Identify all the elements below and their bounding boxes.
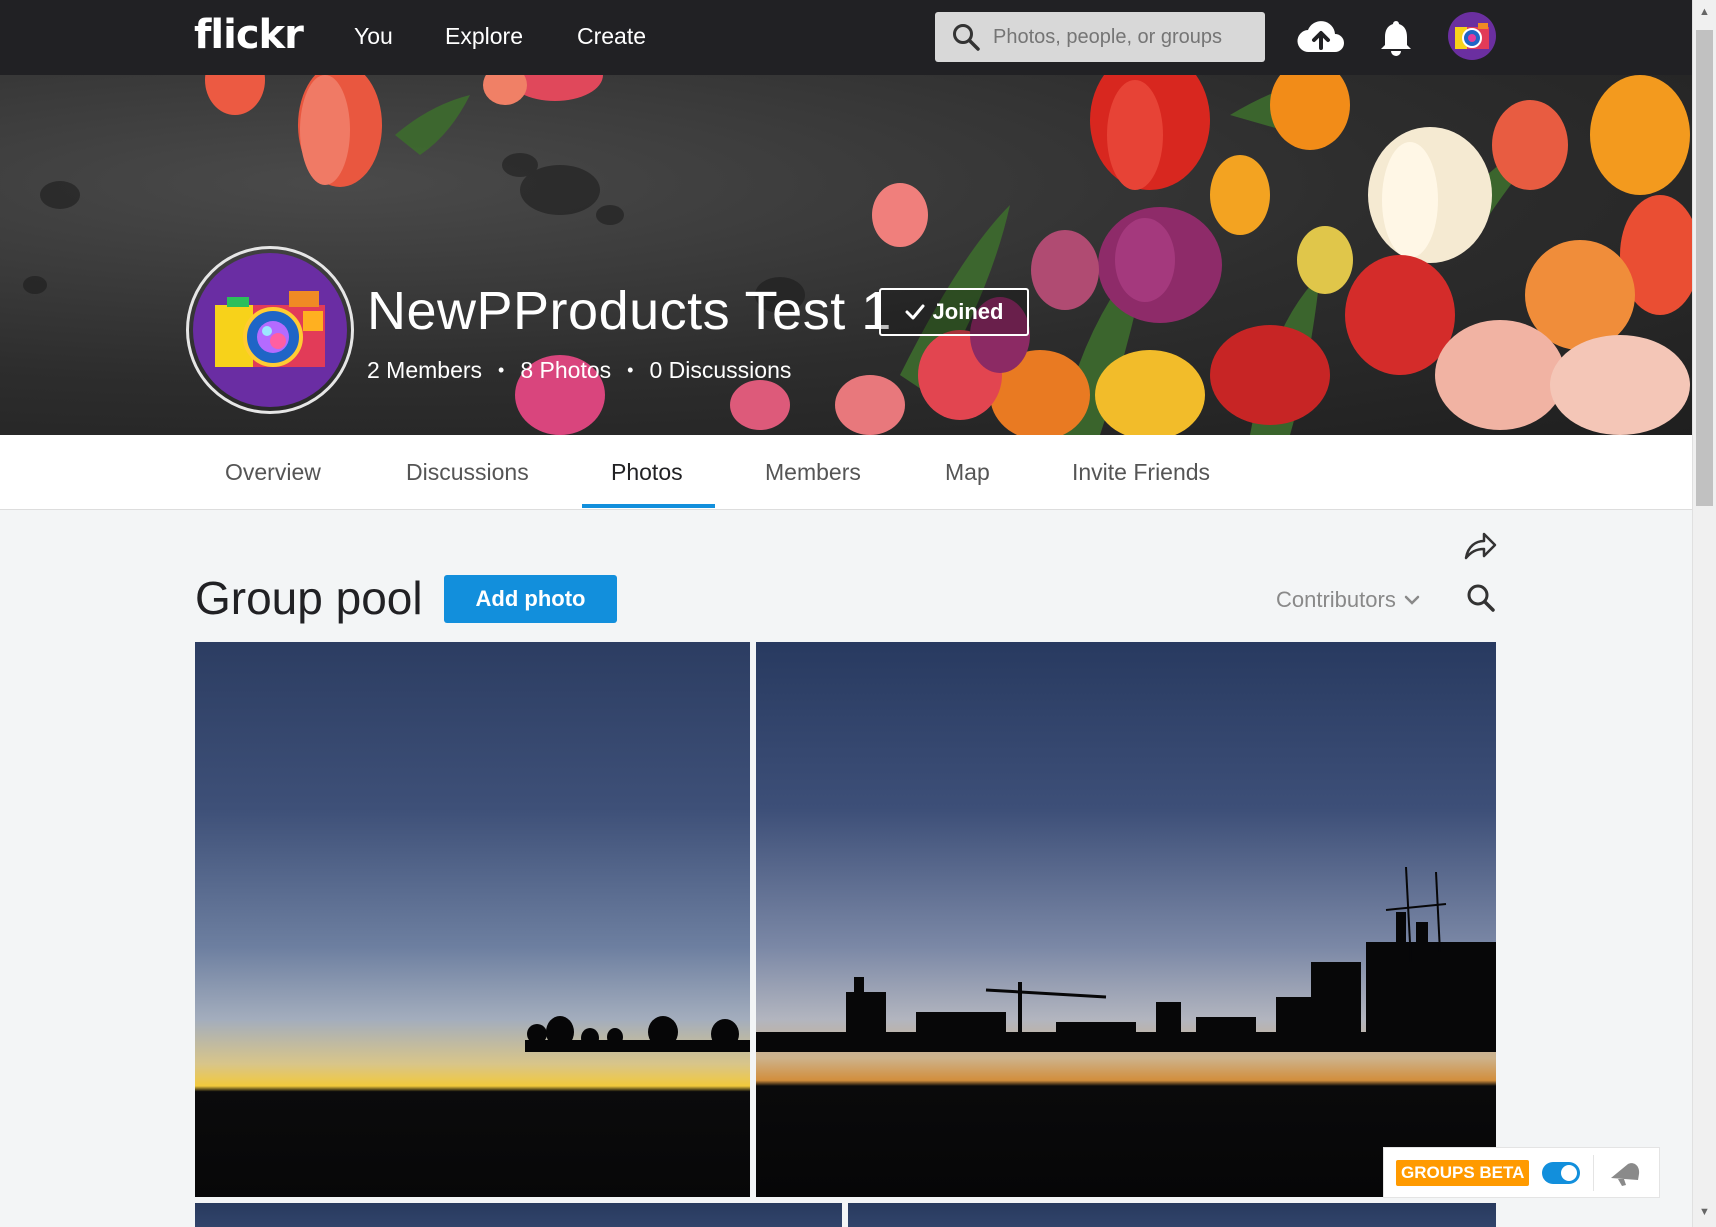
search-icon (953, 24, 980, 51)
sunset-trees-photo (525, 1016, 750, 1052)
group-tabs: Overview Discussions Photos Members Map … (0, 435, 1692, 510)
pool-photo[interactable] (195, 642, 750, 1197)
pool-photo[interactable] (195, 1203, 842, 1227)
groups-beta-widget: GROUPS BETA (1383, 1147, 1660, 1198)
search-box[interactable] (935, 12, 1265, 62)
separator-dot: • (498, 360, 505, 380)
checkmark-icon (905, 304, 925, 320)
tab-map[interactable]: Map (945, 459, 990, 486)
tab-invite-friends[interactable]: Invite Friends (1072, 459, 1210, 486)
tab-photos[interactable]: Photos (611, 459, 683, 486)
group-cover-banner: NewPProducts Test 1 Joined 2 Members • 8… (0, 75, 1692, 435)
tab-discussions[interactable]: Discussions (406, 459, 529, 486)
pool-photo[interactable] (756, 642, 1496, 1197)
search-input[interactable] (993, 25, 1253, 49)
joined-label: Joined (932, 299, 1004, 324)
nav-link-create[interactable]: Create (577, 23, 646, 50)
divider (1593, 1154, 1595, 1191)
groups-beta-toggle[interactable] (1542, 1161, 1581, 1184)
feedback-megaphone-icon[interactable] (1608, 1158, 1642, 1188)
nav-link-explore[interactable]: Explore (445, 23, 523, 50)
separator-dot: • (627, 360, 634, 380)
scrollbar-thumb[interactable] (1696, 30, 1713, 506)
user-avatar[interactable] (1448, 12, 1496, 60)
scroll-up-arrow-icon[interactable]: ▲ (1699, 6, 1710, 18)
notification-bell-icon[interactable] (1379, 18, 1413, 58)
group-title: NewPProducts Test 1 (367, 281, 892, 341)
pool-photo[interactable] (848, 1203, 1496, 1227)
group-pool-title: Group pool (195, 572, 423, 624)
upload-cloud-icon[interactable] (1297, 18, 1345, 56)
contributors-dropdown[interactable]: Contributors (1276, 587, 1420, 613)
scroll-down-arrow-icon[interactable]: ▼ (1699, 1206, 1710, 1218)
city-skyline-photo (756, 866, 1496, 1052)
tab-members[interactable]: Members (765, 459, 861, 486)
groups-beta-badge: GROUPS BETA (1396, 1159, 1530, 1186)
discussions-count[interactable]: 0 Discussions (649, 357, 791, 384)
photos-count[interactable]: 8 Photos (520, 357, 611, 384)
active-tab-indicator (582, 504, 715, 508)
flickr-logo[interactable]: flickr (194, 12, 304, 58)
top-navigation-bar: flickr You Explore Create (0, 0, 1692, 75)
tab-overview[interactable]: Overview (225, 459, 321, 486)
nav-link-you[interactable]: You (354, 23, 393, 50)
add-photo-button[interactable]: Add photo (444, 575, 617, 623)
camera-avatar-icon (1455, 23, 1489, 49)
members-count[interactable]: 2 Members (367, 357, 482, 384)
pool-search-icon[interactable] (1466, 583, 1496, 613)
page-scrollbar[interactable]: ▲ ▼ (1692, 0, 1716, 1227)
chevron-down-icon (1404, 595, 1420, 605)
share-icon[interactable] (1462, 528, 1498, 562)
contributors-label: Contributors (1276, 587, 1396, 612)
joined-button[interactable]: Joined (879, 288, 1029, 336)
group-avatar[interactable] (186, 246, 354, 414)
camera-logo-icon (215, 291, 325, 367)
group-stats: 2 Members • 8 Photos • 0 Discussions (367, 357, 791, 384)
